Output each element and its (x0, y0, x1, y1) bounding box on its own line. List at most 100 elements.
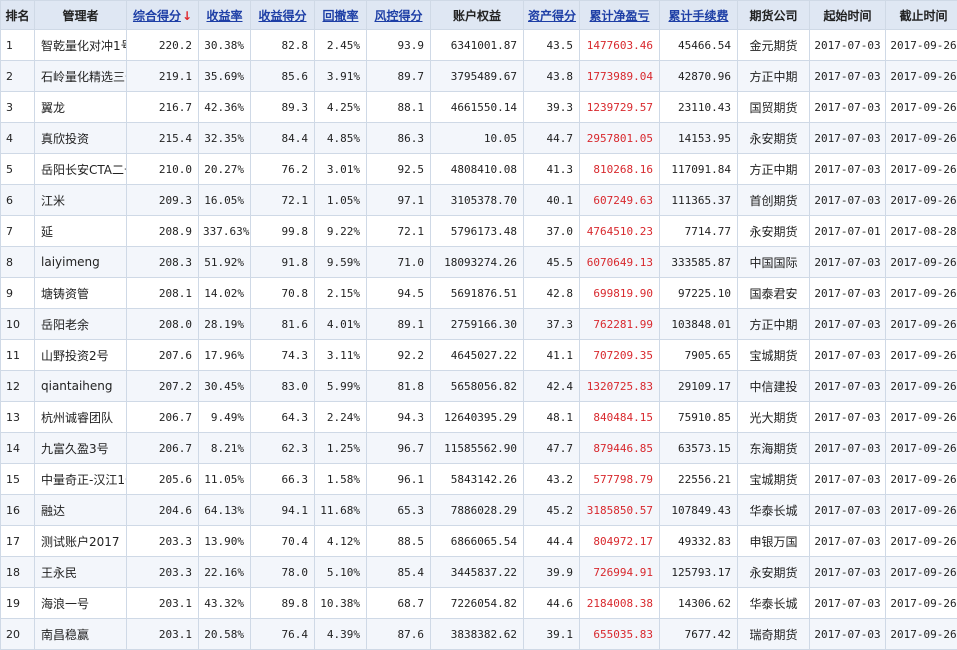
start-date-cell: 2017-07-03 (810, 185, 886, 216)
total-score-cell: 203.3 (127, 557, 199, 588)
net-profit-cell: 4764510.23 (580, 216, 660, 247)
futures-company-cell: 华泰长城 (738, 588, 810, 619)
risk-score-cell: 71.0 (367, 247, 431, 278)
total-score-cell: 207.2 (127, 371, 199, 402)
net-profit-cell: 726994.91 (580, 557, 660, 588)
header-return-rate[interactable]: 收益率 (199, 1, 251, 30)
futures-company-cell: 方正中期 (738, 154, 810, 185)
table-row: 14九富久盈3号206.78.21%62.31.25%96.711585562.… (1, 433, 957, 464)
total-fees-cell: 22556.21 (660, 464, 738, 495)
table-row: 9塘铸资管208.114.02%70.82.15%94.55691876.514… (1, 278, 957, 309)
header-fees[interactable]: 累计手续费 (660, 1, 738, 30)
header-asset-score[interactable]: 资产得分 (524, 1, 580, 30)
futures-company-cell: 东海期货 (738, 433, 810, 464)
start-date-cell: 2017-07-03 (810, 154, 886, 185)
net-profit-cell: 762281.99 (580, 309, 660, 340)
return-score-cell: 82.8 (251, 30, 315, 61)
total-fees-cell: 7905.65 (660, 340, 738, 371)
account-equity-cell: 6341001.87 (431, 30, 524, 61)
end-date-cell: 2017-09-26 (886, 309, 957, 340)
rank-cell: 9 (1, 278, 35, 309)
start-date-cell: 2017-07-03 (810, 402, 886, 433)
return-score-cell: 74.3 (251, 340, 315, 371)
return-score-cell: 83.0 (251, 371, 315, 402)
rank-cell: 10 (1, 309, 35, 340)
futures-company-cell: 中国国际 (738, 247, 810, 278)
rank-cell: 3 (1, 92, 35, 123)
total-score-cell: 207.6 (127, 340, 199, 371)
header-total-score[interactable]: 综合得分↓ (127, 1, 199, 30)
asset-score-cell: 39.3 (524, 92, 580, 123)
drawdown-rate-cell: 4.25% (315, 92, 367, 123)
manager-name-cell: 岳阳老余 (35, 309, 127, 340)
risk-score-cell: 93.9 (367, 30, 431, 61)
net-profit-cell: 2957801.05 (580, 123, 660, 154)
asset-score-cell: 40.1 (524, 185, 580, 216)
total-fees-cell: 42870.96 (660, 61, 738, 92)
risk-score-cell: 88.5 (367, 526, 431, 557)
drawdown-rate-cell: 1.58% (315, 464, 367, 495)
drawdown-rate-cell: 11.68% (315, 495, 367, 526)
return-rate-cell: 337.63% (199, 216, 251, 247)
total-fees-cell: 333585.87 (660, 247, 738, 278)
end-date-cell: 2017-09-26 (886, 340, 957, 371)
total-score-cell: 203.1 (127, 588, 199, 619)
return-score-cell: 91.8 (251, 247, 315, 278)
return-score-cell: 99.8 (251, 216, 315, 247)
drawdown-rate-cell: 10.38% (315, 588, 367, 619)
rank-cell: 8 (1, 247, 35, 278)
header-net-profit[interactable]: 累计净盈亏 (580, 1, 660, 30)
rank-cell: 18 (1, 557, 35, 588)
end-date-cell: 2017-09-26 (886, 92, 957, 123)
futures-company-cell: 中信建投 (738, 371, 810, 402)
total-score-cell: 208.9 (127, 216, 199, 247)
header-equity: 账户权益 (431, 1, 524, 30)
return-rate-cell: 13.90% (199, 526, 251, 557)
account-equity-cell: 5796173.48 (431, 216, 524, 247)
total-score-cell: 209.3 (127, 185, 199, 216)
account-equity-cell: 3105378.70 (431, 185, 524, 216)
manager-name-cell: 石岭量化精选三号 (35, 61, 127, 92)
header-return-score[interactable]: 收益得分 (251, 1, 315, 30)
manager-name-cell: laiyimeng (35, 247, 127, 278)
start-date-cell: 2017-07-01 (810, 216, 886, 247)
net-profit-cell: 577798.79 (580, 464, 660, 495)
manager-name-cell: 塘铸资管 (35, 278, 127, 309)
return-rate-cell: 42.36% (199, 92, 251, 123)
rank-cell: 4 (1, 123, 35, 154)
end-date-cell: 2017-09-26 (886, 371, 957, 402)
account-equity-cell: 2759166.30 (431, 309, 524, 340)
total-score-cell: 208.0 (127, 309, 199, 340)
header-risk-score[interactable]: 风控得分 (367, 1, 431, 30)
futures-company-cell: 宝城期货 (738, 340, 810, 371)
end-date-cell: 2017-09-26 (886, 433, 957, 464)
return-rate-cell: 16.05% (199, 185, 251, 216)
return-rate-cell: 64.13% (199, 495, 251, 526)
table-row: 18王永民203.322.16%78.05.10%85.43445837.223… (1, 557, 957, 588)
header-drawdown[interactable]: 回撤率 (315, 1, 367, 30)
futures-company-cell: 永安期货 (738, 216, 810, 247)
return-score-cell: 72.1 (251, 185, 315, 216)
start-date-cell: 2017-07-03 (810, 495, 886, 526)
start-date-cell: 2017-07-03 (810, 557, 886, 588)
rank-cell: 5 (1, 154, 35, 185)
drawdown-rate-cell: 1.05% (315, 185, 367, 216)
risk-score-cell: 89.1 (367, 309, 431, 340)
manager-name-cell: qiantaiheng (35, 371, 127, 402)
drawdown-rate-cell: 4.01% (315, 309, 367, 340)
asset-score-cell: 39.9 (524, 557, 580, 588)
end-date-cell: 2017-09-26 (886, 30, 957, 61)
rank-cell: 14 (1, 433, 35, 464)
account-equity-cell: 3795489.67 (431, 61, 524, 92)
end-date-cell: 2017-09-26 (886, 526, 957, 557)
futures-company-cell: 方正中期 (738, 61, 810, 92)
table-row: 5岳阳长安CTA二号210.020.27%76.23.01%92.5480841… (1, 154, 957, 185)
return-rate-cell: 30.45% (199, 371, 251, 402)
futures-company-cell: 国泰君安 (738, 278, 810, 309)
header-rank: 排名 (1, 1, 35, 30)
table-row: 12qiantaiheng207.230.45%83.05.99%81.8565… (1, 371, 957, 402)
return-score-cell: 84.4 (251, 123, 315, 154)
start-date-cell: 2017-07-03 (810, 340, 886, 371)
total-fees-cell: 75910.85 (660, 402, 738, 433)
table-row: 15中量奇正-汉江1号205.611.05%66.31.58%96.158431… (1, 464, 957, 495)
